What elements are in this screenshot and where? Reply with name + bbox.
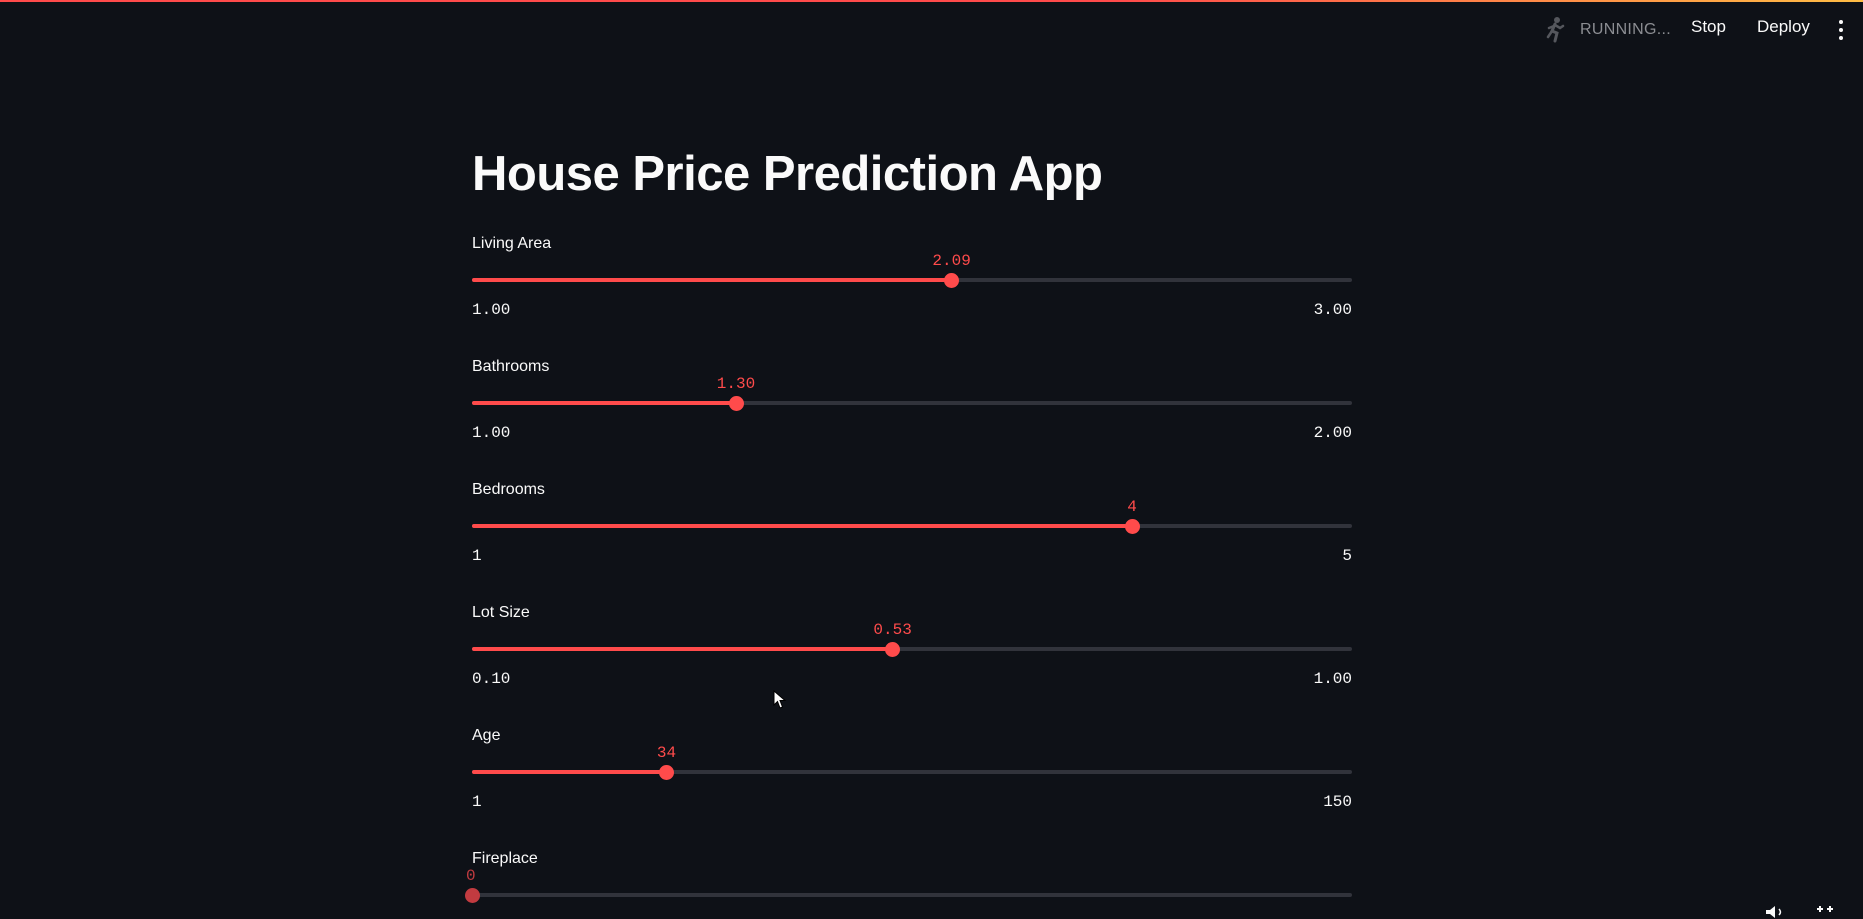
slider-min: 1 <box>472 793 482 811</box>
stop-button[interactable]: Stop <box>1691 17 1726 37</box>
slider-bathrooms: Bathrooms 1.30 1.00 2.00 <box>472 358 1352 468</box>
slider-track[interactable] <box>472 524 1352 528</box>
app-header: RUNNING... Stop Deploy <box>0 2 1863 54</box>
deploy-button[interactable]: Deploy <box>1757 17 1810 37</box>
slider-label: Lot Size <box>472 604 530 621</box>
slider-fill <box>472 770 667 774</box>
slider-track[interactable] <box>472 278 1352 282</box>
slider-value: 34 <box>656 744 677 762</box>
slider-min: 1.00 <box>472 424 511 442</box>
status-text: RUNNING... <box>1580 21 1671 38</box>
slider-label: Fireplace <box>472 850 538 867</box>
slider-min: 0.10 <box>472 670 511 688</box>
slider-label: Bedrooms <box>472 481 545 498</box>
slider-fill <box>472 524 1132 528</box>
running-status: RUNNING... <box>1542 16 1671 44</box>
slider-value: 4 <box>1127 498 1137 516</box>
slider-max: 5 <box>1342 547 1352 565</box>
slider-thumb[interactable] <box>885 641 901 657</box>
slider-label: Age <box>472 727 501 744</box>
slider-fill <box>472 278 952 282</box>
slider-track[interactable] <box>472 770 1352 774</box>
slider-value: 0 <box>466 867 476 885</box>
slider-fill <box>472 647 893 651</box>
slider-label: Living Area <box>472 235 552 252</box>
slider-track[interactable] <box>472 401 1352 405</box>
video-overlay-controls-icon <box>1766 906 1833 918</box>
mouse-cursor-icon <box>773 690 787 709</box>
slider-fireplace: Fireplace 0 <box>464 850 1352 919</box>
slider-thumb[interactable] <box>728 395 744 411</box>
slider-thumb[interactable] <box>658 764 674 780</box>
slider-bedrooms: Bedrooms 4 1 5 <box>472 481 1352 591</box>
slider-track[interactable] <box>472 647 1352 651</box>
slider-label: Bathrooms <box>472 358 550 375</box>
slider-max: 150 <box>1323 793 1352 811</box>
running-man-icon <box>1546 17 1565 43</box>
slider-value: 0.53 <box>873 621 912 639</box>
page-title: House Price Prediction App <box>472 147 1103 201</box>
main-menu-button[interactable] <box>1835 18 1847 42</box>
slider-max: 1.00 <box>1313 670 1352 688</box>
slider-max: 3.00 <box>1313 301 1352 319</box>
slider-min: 1 <box>472 547 482 565</box>
slider-thumb[interactable] <box>944 272 960 288</box>
slider-value: 1.30 <box>716 375 756 393</box>
slider-max: 2.00 <box>1313 424 1352 442</box>
slider-min: 1.00 <box>472 301 511 319</box>
slider-fill <box>472 401 736 405</box>
slider-lot-size: Lot Size 0.53 0.10 1.00 <box>472 604 1352 714</box>
slider-thumb[interactable] <box>464 887 480 903</box>
slider-living-area: Living Area 2.09 1.00 3.00 <box>472 235 1352 345</box>
slider-value: 2.09 <box>932 252 971 270</box>
slider-age: Age 34 1 150 <box>472 727 1352 837</box>
slider-thumb[interactable] <box>1124 518 1140 534</box>
slider-track[interactable] <box>472 893 1352 897</box>
